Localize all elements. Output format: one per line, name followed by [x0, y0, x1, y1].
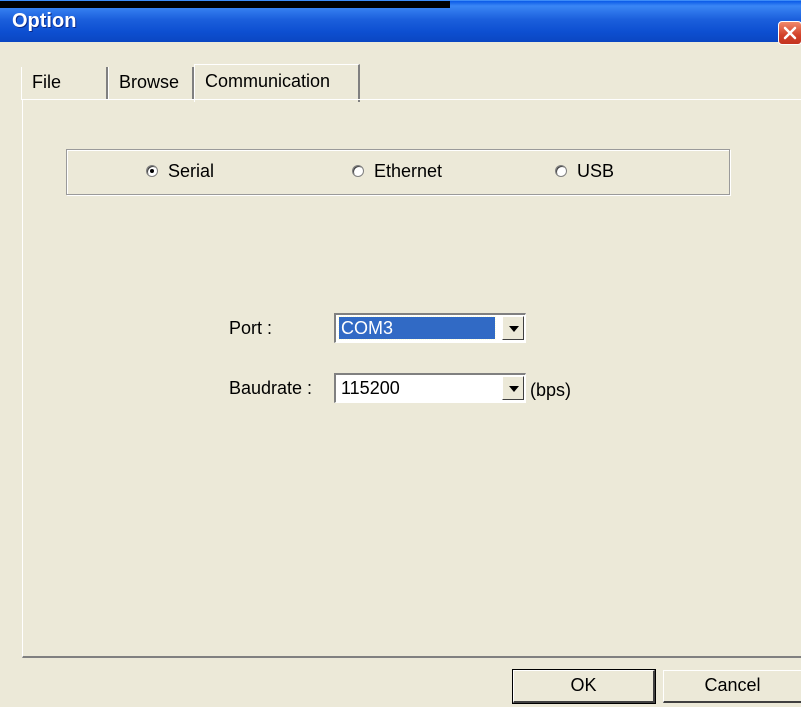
- tab-file-label: File: [32, 72, 62, 92]
- title-bar-overlay: [0, 1, 450, 8]
- port-label: Port :: [229, 318, 273, 338]
- tab-browse-label: Browse: [119, 72, 180, 92]
- radio-ethernet[interactable]: Ethernet: [352, 160, 442, 182]
- radio-usb-label: USB: [577, 160, 615, 181]
- close-icon: [783, 26, 797, 40]
- ok-button[interactable]: OK: [512, 669, 656, 704]
- ok-button-label: OK: [570, 675, 597, 695]
- tab-communication[interactable]: Communication: [194, 64, 360, 102]
- radio-usb[interactable]: USB: [555, 160, 614, 182]
- baudrate-value: 115200: [341, 378, 400, 398]
- radio-ethernet-indicator[interactable]: [352, 165, 364, 177]
- window-title: Option: [12, 10, 77, 32]
- radio-serial-label: Serial: [168, 160, 215, 181]
- radio-serial-indicator[interactable]: [146, 165, 158, 177]
- baudrate-select[interactable]: 115200: [334, 373, 526, 403]
- close-button[interactable]: [778, 21, 801, 45]
- cancel-button[interactable]: Cancel: [663, 670, 801, 703]
- baudrate-label: Baudrate :: [229, 378, 313, 398]
- port-select[interactable]: COM3: [334, 313, 526, 343]
- chevron-down-icon: [509, 386, 519, 392]
- baudrate-unit: (bps): [530, 380, 572, 400]
- tab-strip: File Browse Communication: [0, 64, 801, 102]
- baudrate-dropdown-button[interactable]: [502, 376, 524, 400]
- radio-usb-indicator[interactable]: [555, 165, 567, 177]
- tab-file[interactable]: File: [21, 67, 108, 100]
- radio-serial[interactable]: Serial: [146, 160, 214, 182]
- port-dropdown-button[interactable]: [502, 316, 524, 340]
- title-bar[interactable]: Option: [0, 0, 801, 45]
- port-value: COM3: [338, 316, 496, 340]
- cancel-button-label: Cancel: [704, 675, 761, 695]
- chevron-down-icon: [509, 326, 519, 332]
- tab-communication-label: Communication: [205, 71, 331, 91]
- radio-ethernet-label: Ethernet: [374, 160, 443, 181]
- tab-browse[interactable]: Browse: [108, 67, 194, 100]
